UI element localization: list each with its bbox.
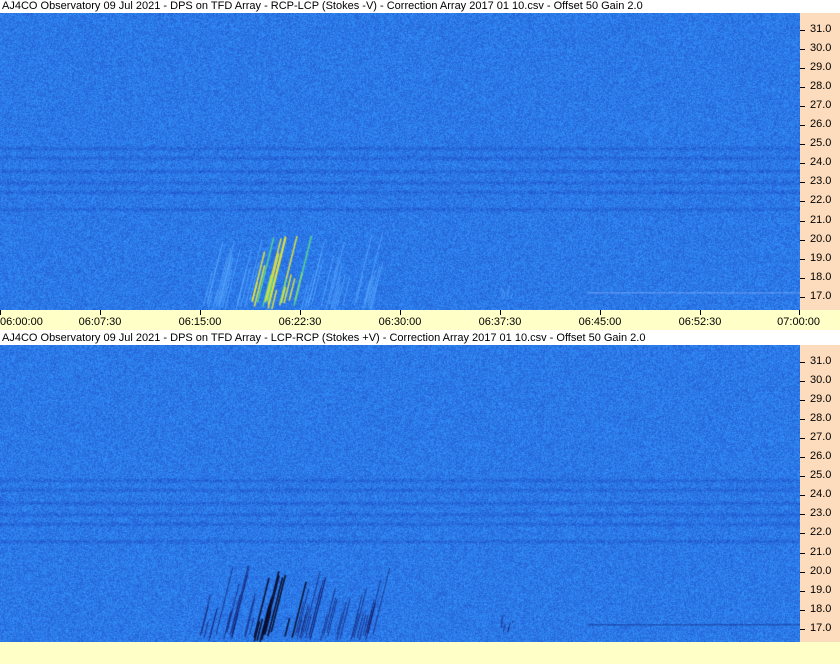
x-tick: [400, 310, 401, 315]
y-tick-label: 28.0: [810, 412, 832, 425]
spectrogram-canvas: [0, 345, 800, 642]
y-tick: [800, 362, 805, 364]
x-tick-label: 06:45:00: [578, 316, 622, 328]
y-tick: [800, 30, 805, 32]
y-tick: [800, 552, 805, 554]
time-axis-empty: [0, 642, 840, 664]
x-tick: [300, 310, 301, 315]
y-tick: [800, 571, 805, 573]
x-tick-label: 06:15:00: [178, 316, 222, 328]
y-tick-label: 29.0: [810, 61, 832, 74]
y-tick: [800, 220, 805, 222]
x-tick-label: 07:00:00: [777, 316, 820, 328]
x-tick: [100, 310, 101, 315]
y-tick-label: 29.0: [810, 393, 832, 406]
x-tick: [500, 310, 501, 315]
y-tick-label: 17.0: [810, 289, 832, 302]
y-tick: [800, 182, 805, 184]
y-tick-label: 26.0: [810, 450, 832, 463]
y-tick: [800, 125, 805, 127]
y-tick-label: 20.0: [810, 232, 832, 245]
spectrogram-canvas: [0, 13, 800, 310]
y-tick-label: 21.0: [810, 545, 832, 558]
panel-title: AJ4CO Observatory 09 Jul 2021 - DPS on T…: [2, 332, 646, 344]
y-tick: [800, 533, 805, 535]
x-tick-label: 06:00:00: [0, 316, 43, 328]
y-tick-label: 21.0: [810, 213, 832, 226]
y-tick: [800, 628, 805, 630]
y-tick: [800, 296, 805, 298]
y-tick: [800, 87, 805, 89]
x-tick-label: 06:37:30: [478, 316, 522, 328]
y-tick: [800, 400, 805, 402]
x-tick: [0, 310, 1, 315]
y-tick: [800, 106, 805, 108]
y-tick-label: 22.0: [810, 194, 832, 207]
y-tick-label: 18.0: [810, 602, 832, 615]
y-tick-label: 25.0: [810, 137, 832, 150]
y-tick-label: 20.0: [810, 564, 832, 577]
y-tick: [800, 49, 805, 51]
x-tick: [700, 310, 701, 315]
y-tick-label: 19.0: [810, 583, 832, 596]
y-tick-label: 24.0: [810, 156, 832, 169]
y-tick: [800, 239, 805, 241]
y-tick-label: 27.0: [810, 99, 832, 112]
y-tick-label: 25.0: [810, 469, 832, 482]
y-tick-label: 31.0: [810, 355, 832, 368]
y-tick-label: 31.0: [810, 23, 832, 36]
y-tick-label: 23.0: [810, 507, 832, 520]
time-axis: 06:00:00 06:07:30 06:15:00 06:22:30 06:30:00…: [0, 310, 840, 330]
y-tick: [800, 201, 805, 203]
y-tick-label: 17.0: [810, 621, 832, 634]
panel-title: AJ4CO Observatory 09 Jul 2021 - DPS on T…: [2, 0, 643, 12]
y-tick-label: 28.0: [810, 80, 832, 93]
y-tick: [800, 277, 805, 279]
y-tick: [800, 68, 805, 70]
y-tick-label: 30.0: [810, 374, 832, 387]
y-tick-label: 30.0: [810, 42, 832, 55]
x-tick-label: 06:52:30: [678, 316, 722, 328]
y-tick-label: 18.0: [810, 270, 832, 283]
y-tick: [800, 419, 805, 421]
x-tick-label: 06:30:00: [378, 316, 422, 328]
y-tick-label: 24.0: [810, 488, 832, 501]
y-tick-label: 22.0: [810, 526, 832, 539]
y-tick: [800, 163, 805, 165]
y-tick: [800, 609, 805, 611]
x-tick-label: 06:22:30: [278, 316, 322, 328]
spectrogram: [0, 345, 800, 642]
y-tick: [800, 514, 805, 516]
x-tick: [799, 310, 800, 315]
x-tick-label: 06:07:30: [78, 316, 122, 328]
y-tick: [800, 590, 805, 592]
y-tick: [800, 457, 805, 459]
y-tick-label: 19.0: [810, 251, 832, 264]
x-tick: [600, 310, 601, 315]
frequency-axis: 31.0 30.0 29.0 28.0 27.0 26.0 25.0 24.0 23.0 22.0…: [800, 345, 840, 642]
y-tick-label: 23.0: [810, 175, 832, 188]
frequency-axis: 31.0 30.0 29.0 28.0 27.0 26.0 25.0 24.0 23.0 22.0…: [800, 13, 840, 310]
y-tick: [800, 258, 805, 260]
y-tick: [800, 144, 805, 146]
x-tick: [200, 310, 201, 315]
y-tick-label: 27.0: [810, 431, 832, 444]
y-tick-label: 26.0: [810, 118, 832, 131]
y-tick: [800, 495, 805, 497]
y-tick: [800, 476, 805, 478]
y-tick: [800, 381, 805, 383]
spectrogram: [0, 13, 800, 310]
y-tick: [800, 438, 805, 440]
